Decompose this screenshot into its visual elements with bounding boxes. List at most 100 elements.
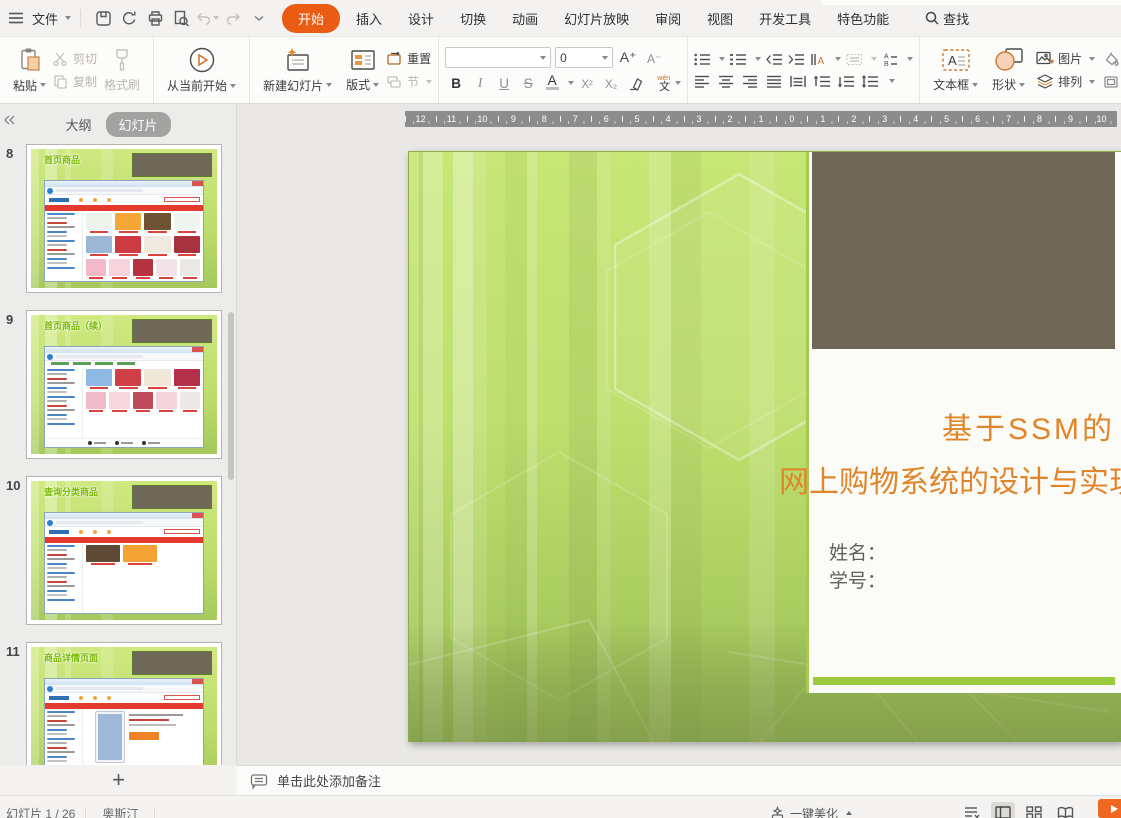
menu-tab-特色功能[interactable]: 特色功能 <box>824 4 902 33</box>
section-button[interactable]: 节 <box>386 73 433 90</box>
bold-button[interactable]: B <box>445 73 467 93</box>
slide-thumbnail-10[interactable]: 10 查询分类商品 <box>6 476 222 625</box>
ruler-number: 5 <box>621 111 653 127</box>
strikethrough-button[interactable]: S <box>517 73 539 93</box>
numbered-list-icon[interactable] <box>730 52 747 67</box>
collapse-icon[interactable] <box>3 114 15 126</box>
copy-label: 复制 <box>73 75 98 89</box>
search-control[interactable]: 查找 <box>924 9 969 28</box>
outline-button[interactable]: 轮 <box>1103 73 1121 90</box>
notes-bar[interactable]: 单击此处添加备注 <box>237 765 1121 795</box>
ruler-number: 9 <box>497 111 529 127</box>
phonetic-arrow[interactable] <box>675 81 682 85</box>
ruler-number: 11 <box>435 111 467 127</box>
slide-thumbnail-9[interactable]: 9 首页商品（续） <box>6 310 222 459</box>
ruler-number: 3 <box>869 111 900 127</box>
row-spacing-down-icon[interactable] <box>838 74 855 89</box>
superscript-button[interactable]: X² <box>576 73 598 93</box>
shapes-button[interactable]: 形状 <box>985 39 1032 101</box>
paste-button[interactable]: 粘贴 <box>6 39 53 101</box>
font-color-button[interactable]: A <box>541 73 563 93</box>
slide-title[interactable]: 基于SSM的 网上购物系统的设计与实现 <box>779 403 1121 509</box>
add-slide-button[interactable]: + <box>102 769 135 791</box>
slideshow-button[interactable] <box>1098 799 1121 818</box>
row-spacing-up-icon[interactable] <box>814 74 831 89</box>
hamburger-icon[interactable] <box>8 11 24 25</box>
brown-image-placeholder[interactable] <box>812 152 1115 349</box>
align-left-icon[interactable] <box>694 74 711 89</box>
decrease-font-icon[interactable]: A⁻ <box>643 48 665 68</box>
justify-icon[interactable] <box>766 74 783 89</box>
tab-outline[interactable]: 大纲 <box>65 115 91 134</box>
picture-button[interactable]: 图片 <box>1036 50 1096 67</box>
arrange-button[interactable]: 排列 <box>1036 73 1096 90</box>
print-icon[interactable] <box>143 6 167 30</box>
menu-tab-切换[interactable]: 切换 <box>447 4 499 33</box>
notes-icon <box>250 773 268 789</box>
font-color-arrow[interactable] <box>568 81 575 85</box>
fill-button[interactable]: 填 <box>1103 50 1121 67</box>
menu-tab-开始[interactable]: 开始 <box>282 3 341 33</box>
editing-area: 12 11 10 9 8 7 6 5 4 3 2 1 0 1 2 3 4 5 6 7 8 9 10 基于SSM的 网上购物系… <box>237 104 1121 765</box>
copy-button[interactable]: 复制 <box>53 73 97 90</box>
phonetic-guide-button[interactable]: wén 文 <box>648 73 670 93</box>
font-name-select[interactable] <box>445 47 552 68</box>
font-size-select[interactable]: 0 <box>555 47 614 68</box>
reading-view-icon[interactable] <box>1053 802 1077 818</box>
menu-tab-设计[interactable]: 设计 <box>395 4 447 33</box>
line-spacing-icon[interactable] <box>862 74 879 89</box>
menu-tab-审阅[interactable]: 审阅 <box>642 4 694 33</box>
notes-toggle-icon[interactable] <box>960 802 984 818</box>
print-preview-icon[interactable] <box>169 6 193 30</box>
beautify-button[interactable]: 一键美化 <box>770 802 853 818</box>
tab-slides[interactable]: 幻灯片 <box>105 111 171 137</box>
menu-tab-插入[interactable]: 插入 <box>343 4 395 33</box>
increase-indent-icon[interactable] <box>788 52 805 67</box>
layout-button[interactable]: 版式 <box>339 39 386 101</box>
decrease-indent-icon[interactable] <box>766 52 783 67</box>
slide-canvas[interactable]: 基于SSM的 网上购物系统的设计与实现 姓名： 学号： <box>408 151 1121 742</box>
author-block[interactable]: 姓名： 学号： <box>829 540 886 596</box>
normal-view-icon[interactable] <box>991 802 1015 818</box>
char-style-icon[interactable]: AB <box>882 52 899 67</box>
theme-name[interactable]: 奥斯汀 <box>88 805 152 818</box>
wps-presentation-window: 文件 开始 插入 设计 切换 动画 幻灯片放映 审阅 视图 开发工具 特色功能 查找 <box>0 0 1121 818</box>
align-right-icon[interactable] <box>742 74 759 89</box>
slide-thumbnail-11[interactable]: 11 商品详情页面 <box>6 642 222 765</box>
textbox-button[interactable]: A 文本框 <box>926 39 985 101</box>
menu-tab-幻灯片放映[interactable]: 幻灯片放映 <box>551 4 642 33</box>
file-menu[interactable]: 文件 <box>32 9 72 28</box>
format-painter-button[interactable]: 格式刷 <box>97 39 147 101</box>
cut-button[interactable]: 剪切 <box>53 50 97 67</box>
align-center-icon[interactable] <box>718 74 735 89</box>
customize-toolbar-icon[interactable] <box>247 6 271 30</box>
new-slide-button[interactable]: 新建幻灯片 <box>256 39 339 101</box>
clear-format-icon[interactable] <box>624 73 646 93</box>
menu-tab-开发工具[interactable]: 开发工具 <box>746 4 824 33</box>
italic-button[interactable]: I <box>469 73 491 93</box>
export-icon[interactable] <box>117 6 141 30</box>
underline-button[interactable]: U <box>493 73 515 93</box>
undo-icon[interactable] <box>195 6 220 30</box>
ruler-number: 3 <box>683 111 715 127</box>
subscript-button[interactable]: X₂ <box>600 73 622 93</box>
slide-sorter-icon[interactable] <box>1022 802 1046 818</box>
increase-font-icon[interactable]: A⁺ <box>617 48 639 68</box>
redo-icon[interactable] <box>221 6 245 30</box>
distribute-icon[interactable] <box>790 74 807 89</box>
menu-tab-动画[interactable]: 动画 <box>499 4 551 33</box>
thumbnail-browser-mock <box>44 345 204 449</box>
slide-counter: 幻灯片 1 / 26 <box>6 806 76 818</box>
save-icon[interactable] <box>91 6 115 30</box>
play-from-current-button[interactable]: 从当前开始 <box>160 39 243 101</box>
picture-label: 图片 <box>1058 52 1083 66</box>
menu-tab-视图[interactable]: 视图 <box>694 4 746 33</box>
text-box-style-icon[interactable] <box>846 52 863 67</box>
sidebar-scrollbar[interactable] <box>228 312 234 480</box>
bullet-list-icon[interactable] <box>694 52 711 67</box>
reset-button[interactable]: 重置 <box>386 50 432 67</box>
text-direction-icon[interactable]: A <box>810 52 827 67</box>
horizontal-ruler[interactable]: 12 11 10 9 8 7 6 5 4 3 2 1 0 1 2 3 4 5 6 7 8 9 10 <box>405 111 1117 127</box>
ruler-number: 8 <box>528 111 560 127</box>
slide-thumbnail-8[interactable]: 8 首页商品 <box>6 144 222 293</box>
